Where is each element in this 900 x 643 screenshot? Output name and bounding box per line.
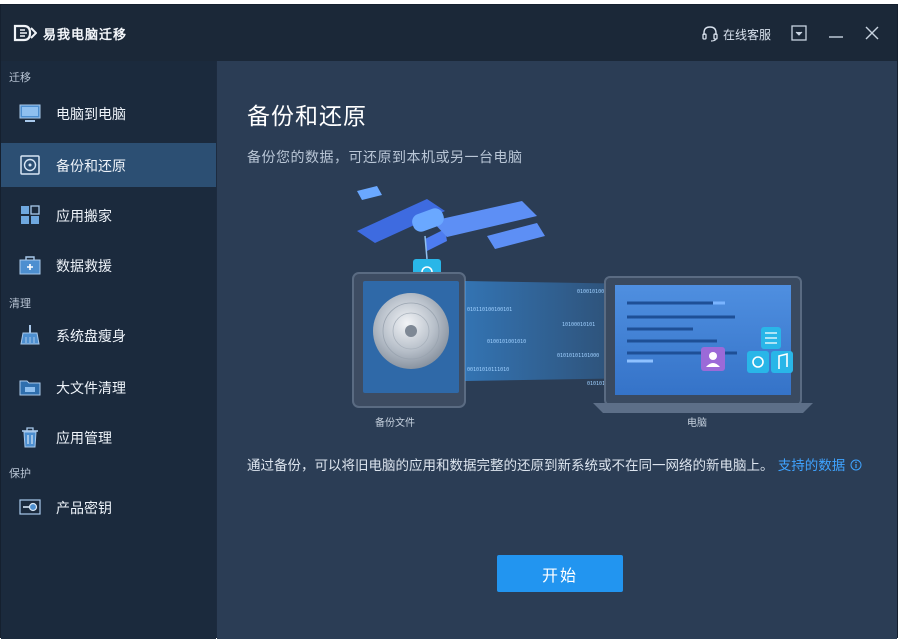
app-title: 易我电脑迁移 [43,28,128,43]
sidebar-item-large-file-clean[interactable]: 大文件清理 [1,365,216,409]
svg-text:01010101101000: 01010101101000 [557,353,599,359]
backup-restore-illustration: 0100101000010 010110100100101 1010001010… [352,186,813,413]
app-window: 易我电脑迁移 在线客服 迁移 电脑到电脑 备份和还原 应用搬家 数据救援 清理 … [0,4,898,639]
backup-file-caption: 备份文件 [375,418,415,429]
page-subtitle: 备份您的数据，可还原到本机或另一台电脑 [247,150,523,166]
main-panel: 备份和还原 备份您的数据，可还原到本机或另一台电脑 0100101000010 … [217,61,897,639]
sidebar-item-app-manage[interactable]: 应用管理 [1,415,216,459]
supported-data-link-label: 支持的数据 [777,458,846,474]
folder-icon [19,380,41,396]
svg-text:010110100100101: 010110100100101 [467,307,512,313]
sidebar-item-system-slim[interactable]: 系统盘瘦身 [1,313,216,357]
disc-backup-icon [20,155,40,175]
minimize-icon[interactable] [826,23,846,43]
close-icon[interactable] [862,23,882,43]
sidebar-section-protect: 保护 [9,467,31,480]
sidebar-item-label: 应用搬家 [56,209,112,225]
satellite-icon [357,186,545,285]
camera-icon [747,351,769,373]
sidebar-item-label: 电脑到电脑 [56,107,126,123]
dropdown-menu-icon[interactable] [789,23,809,43]
trash-icon [22,427,38,448]
info-icon [850,459,862,471]
app-logo-icon [13,24,37,42]
sidebar-item-label: 产品密钥 [56,501,112,517]
sidebar-item-app-migrate[interactable]: 应用搬家 [1,193,216,237]
backup-file-device [352,272,466,408]
monitor-icon [19,104,41,122]
headset-icon [702,26,718,42]
sidebar: 迁移 电脑到电脑 备份和还原 应用搬家 数据救援 清理 系统盘瘦身 大文件清理 … [1,61,216,639]
pc-caption: 电脑 [687,418,707,429]
sidebar-section-clean: 清理 [9,297,31,310]
title-bar: 易我电脑迁移 在线客服 [1,5,897,61]
sidebar-item-backup-restore[interactable]: 备份和还原 [1,143,216,187]
online-support-button[interactable]: 在线客服 [701,25,771,43]
laptop-device [593,276,813,413]
supported-data-link[interactable]: 支持的数据 [778,458,862,474]
briefcase-icon [19,256,41,275]
music-icon [771,351,793,373]
description-text: 通过备份，可以将旧电脑的应用和数据完整的还原到新系统或不在同一网络的新电脑上。 [247,458,774,474]
sidebar-item-label: 大文件清理 [56,381,126,397]
description: 通过备份，可以将旧电脑的应用和数据完整的还原到新系统或不在同一网络的新电脑上。 … [247,455,877,477]
start-button[interactable]: 开始 [497,555,623,592]
sidebar-item-data-rescue[interactable]: 数据救援 [1,243,216,287]
broom-icon [20,325,40,345]
key-icon [19,499,41,515]
sidebar-section-migrate: 迁移 [9,71,31,84]
online-support-label: 在线客服 [723,27,772,42]
sidebar-item-label: 应用管理 [56,431,112,447]
apps-grid-icon [21,205,40,224]
sidebar-item-pc-to-pc[interactable]: 电脑到电脑 [1,91,216,135]
svg-text:00101010111010: 00101010111010 [467,367,509,373]
svg-text:0100101001010: 0100101001010 [487,339,526,345]
sidebar-item-label: 备份和还原 [56,159,126,175]
page-title: 备份和还原 [247,104,367,130]
sidebar-item-label: 数据救援 [56,259,112,275]
sidebar-item-label: 系统盘瘦身 [56,329,126,345]
sidebar-item-product-key[interactable]: 产品密钥 [1,485,216,529]
svg-text:10100010101: 10100010101 [562,322,595,328]
